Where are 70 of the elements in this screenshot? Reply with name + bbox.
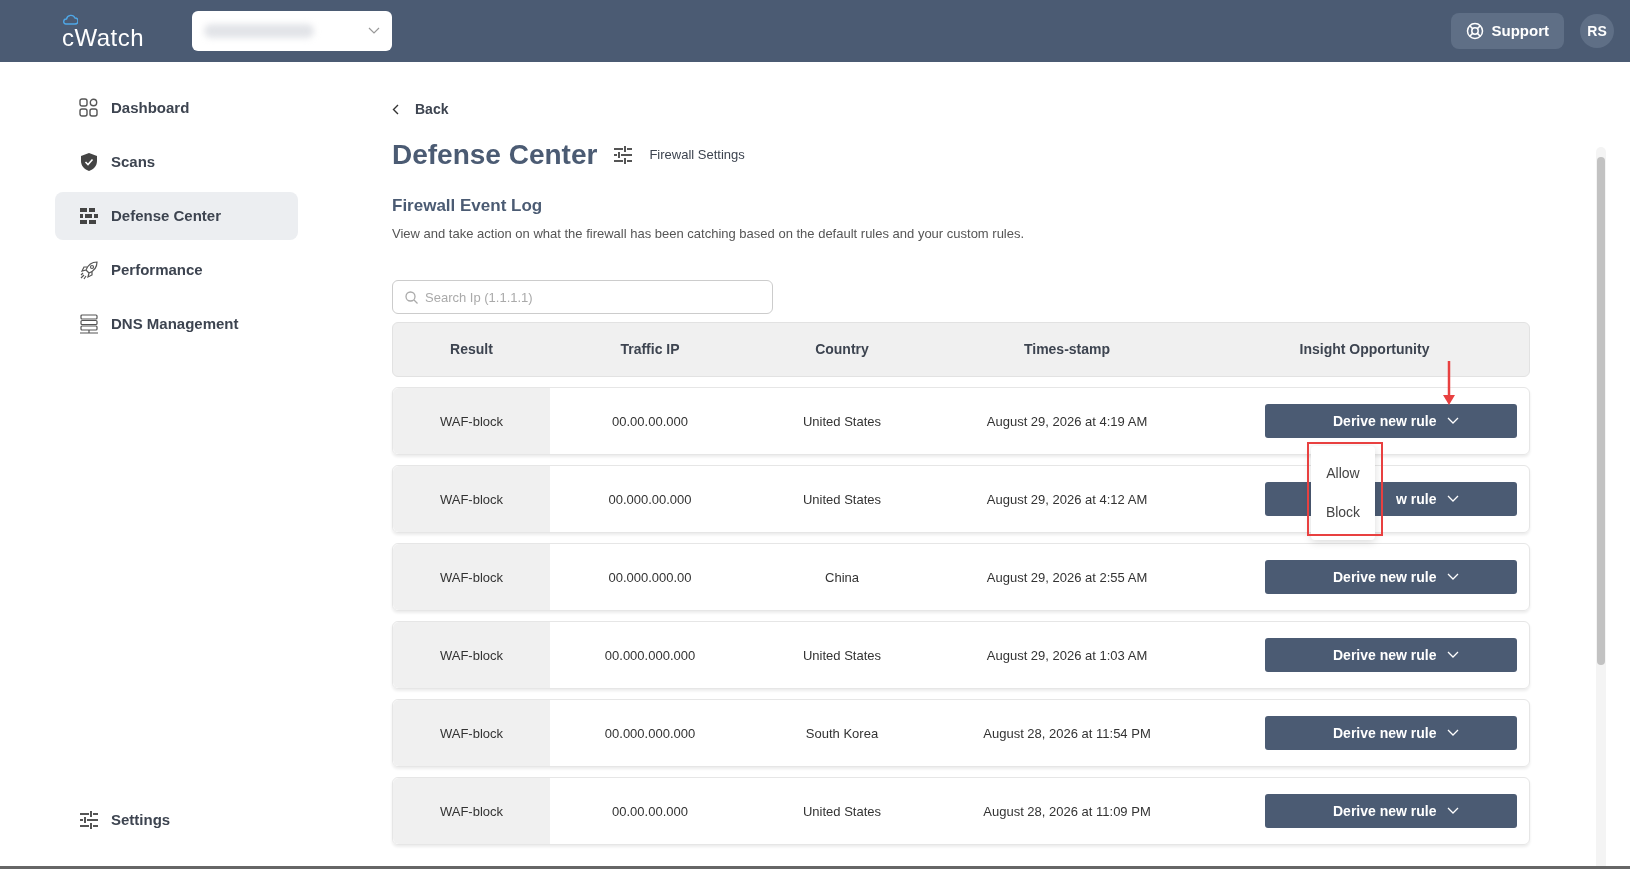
column-header: Traffic IP bbox=[619, 340, 681, 360]
table-cell: WAF-block bbox=[393, 466, 550, 533]
column-header: Insight Opportunity bbox=[1298, 340, 1431, 360]
server-stack-icon bbox=[79, 314, 99, 334]
search-field[interactable]: Search Ip (1.1.1.1) bbox=[392, 280, 773, 315]
user-avatar[interactable]: RS bbox=[1580, 14, 1614, 48]
brick-wall-icon bbox=[79, 206, 99, 226]
cloud-icon bbox=[62, 12, 78, 26]
table-cell-text: August 28, 2026 at 11:54 PM bbox=[982, 724, 1152, 743]
table-cell-text: 00.000.00.000 bbox=[607, 490, 693, 509]
sliders-icon bbox=[613, 144, 634, 165]
column-header: Times-stamp bbox=[1022, 340, 1112, 360]
sidebar-item[interactable]: Scans bbox=[55, 138, 298, 186]
table-cell-text: August 29, 2026 at 4:12 AM bbox=[985, 490, 1149, 509]
chevron-down-icon bbox=[1446, 573, 1459, 582]
chevron-down-icon bbox=[1446, 495, 1459, 504]
derive-rule-button[interactable]: Derive new rule bbox=[1264, 716, 1517, 751]
page-title: Defense Center bbox=[392, 138, 598, 172]
shield-check-icon bbox=[79, 152, 99, 172]
table-cell-text: August 29, 2026 at 1:03 AM bbox=[985, 646, 1149, 665]
firewall-settings-link[interactable]: Firewall Settings bbox=[613, 144, 745, 165]
chevron-left-icon bbox=[392, 104, 399, 115]
table-cell-text: 00.000.000.000 bbox=[603, 724, 697, 743]
table-cell-text: 00.000.000.00 bbox=[607, 568, 693, 587]
sidebar-item[interactable]: Settings bbox=[55, 796, 298, 844]
table-cell-text: August 29, 2026 at 2:55 AM bbox=[985, 568, 1149, 587]
derive-rule-button[interactable]: Derive new rule bbox=[1264, 560, 1517, 595]
derive-rule-button[interactable]: Derive new rule bbox=[1264, 638, 1517, 673]
derive-rule-button[interactable]: Derive new rule bbox=[1264, 794, 1517, 829]
table-cell-text: United States bbox=[801, 646, 882, 665]
domain-select[interactable] bbox=[192, 11, 393, 51]
table-cell-text: United States bbox=[801, 802, 882, 821]
table-cell-text: South Korea bbox=[804, 724, 880, 743]
column-header: Result bbox=[449, 340, 494, 360]
table-cell: WAF-block bbox=[393, 778, 550, 845]
lifebuoy-icon bbox=[1465, 22, 1484, 40]
support-button[interactable]: Support bbox=[1450, 12, 1564, 50]
chevron-down-icon bbox=[1446, 651, 1459, 660]
table-cell-text: August 29, 2026 at 4:19 AM bbox=[985, 412, 1149, 431]
table-cell-text: 00.000.000.000 bbox=[603, 646, 697, 665]
sliders-icon bbox=[79, 810, 99, 830]
derive-rule-button[interactable]: Derive new rule bbox=[1264, 404, 1517, 439]
table-cell-text: 00.00.00.000 bbox=[611, 412, 689, 431]
table-cell: WAF-block bbox=[393, 622, 550, 689]
table-cell-text: United States bbox=[801, 412, 882, 431]
section-description: View and take action on what the firewall has been catching based on the default rules and your custom rules. bbox=[392, 225, 1026, 243]
sidebar-item[interactable]: Performance bbox=[55, 246, 298, 294]
logo-text: cWatch bbox=[62, 25, 145, 50]
table-cell-text: United States bbox=[801, 490, 882, 509]
table-cell-text: China bbox=[824, 568, 860, 587]
table-cell-text: August 28, 2026 at 11:09 PM bbox=[982, 802, 1152, 821]
chevron-down-icon bbox=[1446, 417, 1459, 426]
table-cell-text: 00.00.00.000 bbox=[611, 802, 689, 821]
section-title: Firewall Event Log bbox=[392, 195, 544, 216]
column-header: Country bbox=[814, 340, 870, 360]
chevron-down-icon bbox=[1446, 729, 1459, 738]
sidebar-item[interactable]: Defense Center bbox=[55, 192, 298, 240]
menu-item[interactable]: Allow bbox=[1311, 454, 1375, 494]
chevron-down-icon bbox=[1446, 807, 1459, 816]
scrollbar[interactable] bbox=[1596, 147, 1606, 866]
chevron-down-icon bbox=[368, 27, 381, 35]
table-cell: WAF-block bbox=[393, 388, 550, 455]
table-cell: WAF-block bbox=[393, 544, 550, 611]
rocket-icon bbox=[79, 260, 99, 280]
back-link[interactable]: Back bbox=[392, 99, 449, 120]
grid-icon bbox=[79, 98, 99, 118]
menu-item[interactable]: Block bbox=[1311, 493, 1375, 533]
sidebar-item[interactable]: Dashboard bbox=[55, 84, 298, 132]
table-cell: WAF-block bbox=[393, 700, 550, 767]
sidebar-item[interactable]: DNS Management bbox=[55, 300, 298, 348]
